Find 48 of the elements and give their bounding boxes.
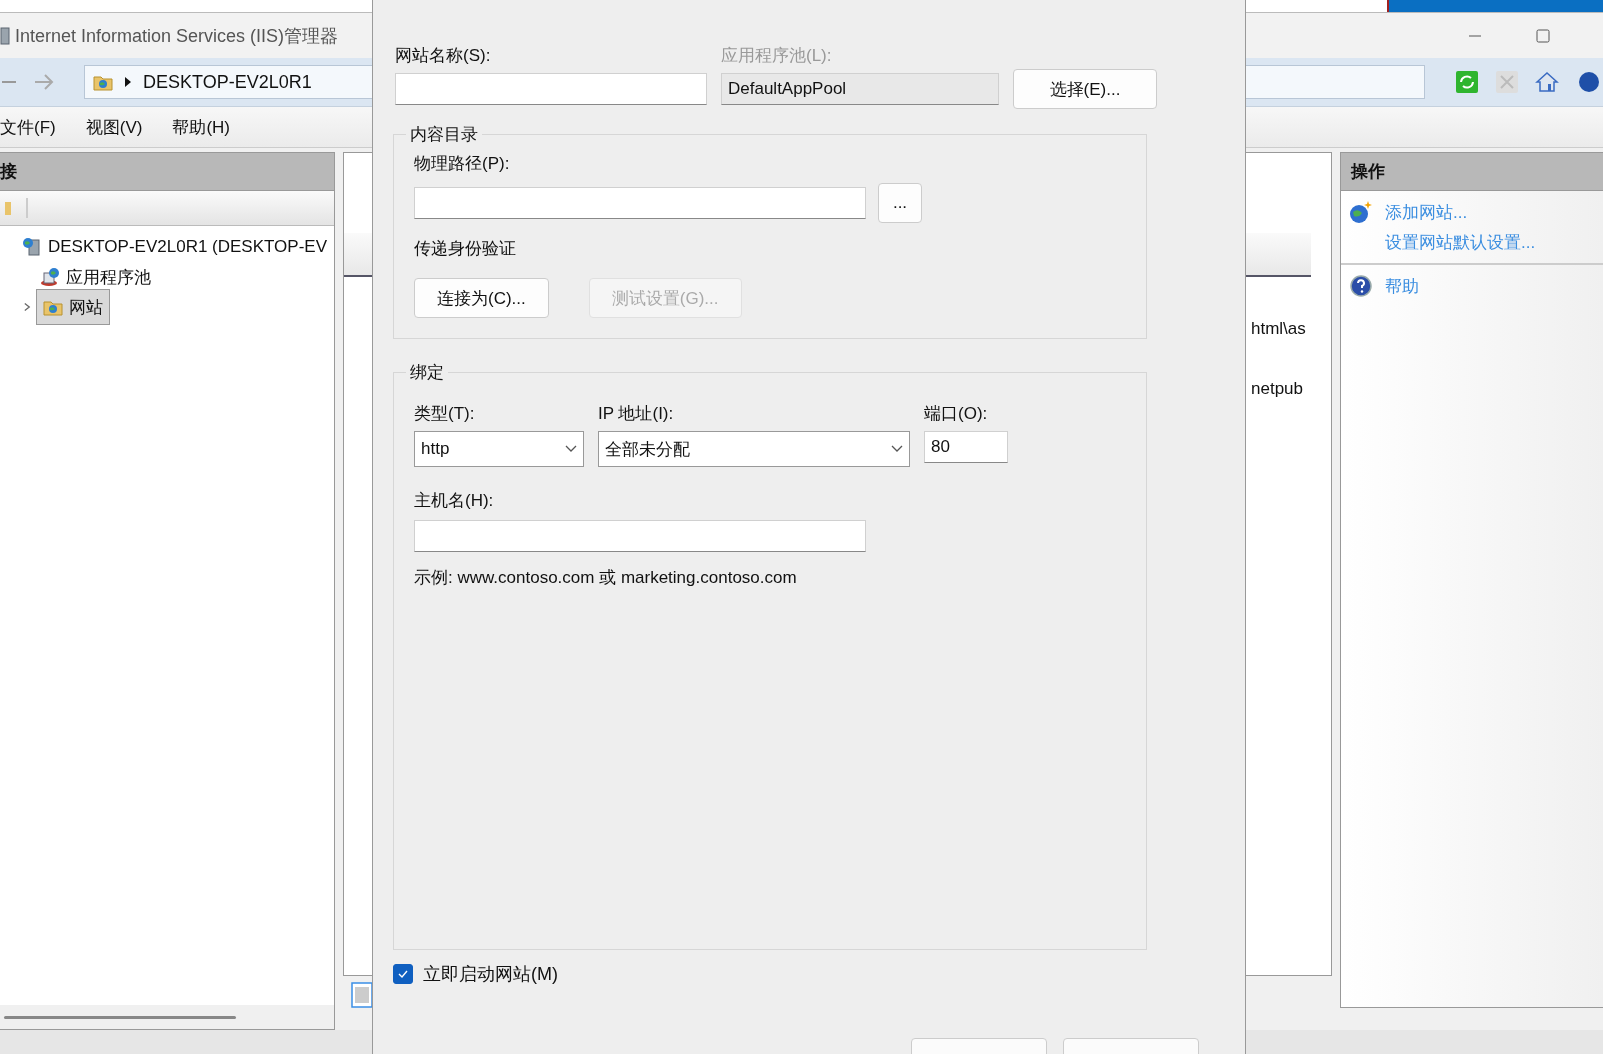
field-label: 类型(T): xyxy=(414,403,476,425)
window-title: Internet Information Services (IIS)管理器 xyxy=(15,24,339,48)
ip-dropdown[interactable]: 全部未分配 xyxy=(598,431,910,467)
tree-item[interactable]: 网站 xyxy=(36,289,110,325)
browse-button[interactable]: ... xyxy=(878,183,922,223)
path-field[interactable] xyxy=(414,187,866,219)
field-label: 网站名称(S): xyxy=(395,45,492,67)
select-button[interactable]: 选择(E)... xyxy=(1013,69,1157,109)
menu-item[interactable]: 帮助(H) xyxy=(172,115,230,139)
pane-header: 操作 xyxy=(1341,153,1603,191)
checkbox-label: 立即启动网站(M) xyxy=(423,963,558,986)
app-icon xyxy=(0,26,10,45)
breadcrumb[interactable]: DESKTOP-EV2L0R1 xyxy=(143,71,312,93)
separator-arrow-icon xyxy=(125,77,131,87)
host-name-field[interactable] xyxy=(414,520,866,552)
refresh-icon[interactable] xyxy=(1455,70,1479,94)
field-label: 主机名(H): xyxy=(414,490,495,512)
pane-header: 接 xyxy=(0,153,334,191)
section-label: 传递身份验证 xyxy=(414,238,517,260)
menu-item[interactable]: 文件(F) xyxy=(0,115,56,139)
scrollbar-thumb[interactable] xyxy=(4,1015,236,1019)
globe-icon xyxy=(1349,200,1373,224)
dialog-button[interactable]: 连接为(C)... xyxy=(414,278,549,318)
tree-item[interactable]: DESKTOP-EV2L0R1 (DESKTOP-EV xyxy=(18,235,332,259)
path-text: html\as xyxy=(1251,319,1306,339)
group-title: 内容目录 xyxy=(409,124,479,146)
maximize-button[interactable] xyxy=(1535,27,1551,44)
path-text: netpub xyxy=(1251,379,1303,399)
stop-icon[interactable] xyxy=(1495,70,1519,94)
chevron-down-icon xyxy=(565,445,577,453)
check-icon xyxy=(397,968,409,980)
field-label: 端口(O): xyxy=(924,403,989,425)
group-title: 绑定 xyxy=(409,362,445,384)
type-dropdown[interactable]: http xyxy=(414,431,584,467)
hint-text: 示例: www.contoso.com 或 marketing.contoso.com xyxy=(414,567,798,589)
menu-item[interactable]: 视图(V) xyxy=(85,115,143,139)
field-label: IP 地址(I): xyxy=(598,403,675,425)
chevron-down-icon xyxy=(891,445,903,453)
tree-item[interactable]: 应用程序池 xyxy=(36,263,155,291)
site-name-field[interactable] xyxy=(395,73,707,105)
port-field[interactable]: 80 xyxy=(924,431,1008,463)
pool-icon xyxy=(40,267,60,287)
checkbox[interactable] xyxy=(393,964,413,984)
home-icon[interactable] xyxy=(1535,70,1559,94)
server-icon xyxy=(22,237,42,257)
field-label: 应用程序池(L): xyxy=(721,45,833,67)
view-icon[interactable] xyxy=(351,982,373,1008)
field-label: 物理路径(P): xyxy=(414,153,511,175)
